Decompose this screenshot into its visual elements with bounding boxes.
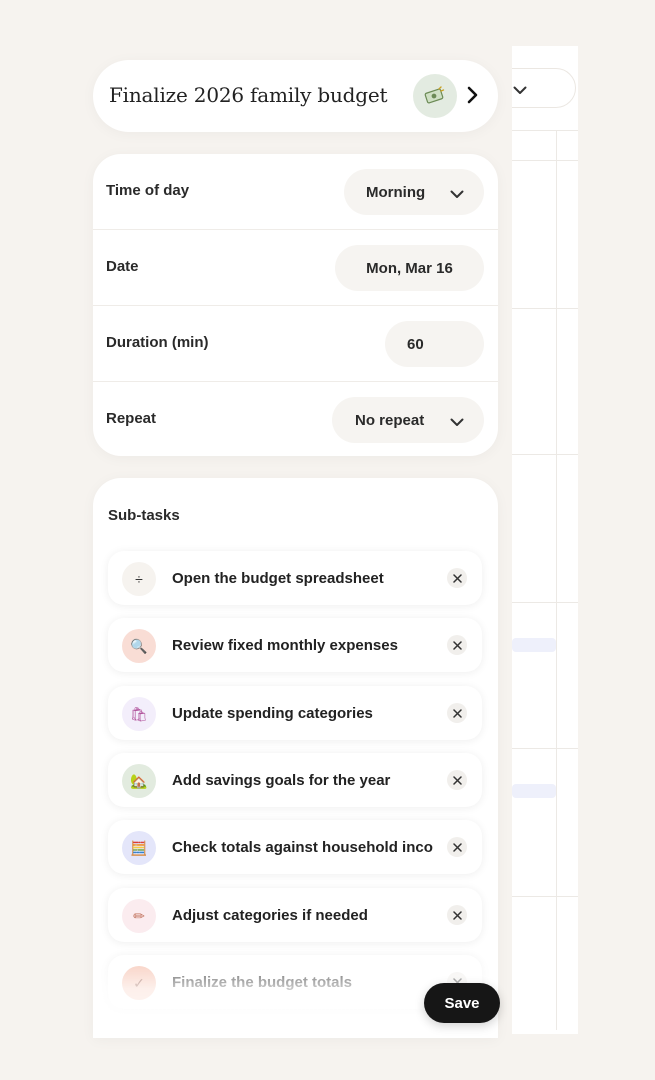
background-divider	[512, 454, 578, 455]
time-of-day-row: Time of day Morning	[93, 154, 498, 230]
subtask-label[interactable]: Add savings goals for the year	[172, 772, 438, 789]
duration-label: Duration (min)	[106, 334, 209, 351]
save-button[interactable]: Save	[424, 983, 500, 1023]
chevron-down-icon	[513, 82, 527, 100]
repeat-select[interactable]: No repeat	[332, 397, 484, 443]
chevron-down-icon	[450, 414, 464, 431]
subtask-item[interactable]: 🔍 Review fixed monthly expenses	[108, 618, 482, 672]
chevron-down-icon	[450, 186, 464, 203]
subtasks-heading: Sub-tasks	[108, 507, 180, 524]
background-calendar-panel: n	[512, 46, 578, 1034]
subtask-item[interactable]: 🛍 Update spending categories	[108, 686, 482, 740]
subtask-item[interactable]: ✏ Adjust categories if needed	[108, 888, 482, 942]
duration-value: 60	[407, 335, 424, 353]
subtask-label[interactable]: Check totals against household inco	[172, 839, 438, 856]
background-divider	[512, 748, 578, 749]
subtask-label[interactable]: Open the budget spreadsheet	[172, 570, 438, 587]
house-money-icon: 🏡	[122, 764, 156, 798]
close-icon[interactable]	[447, 837, 467, 857]
date-row: Date Mon, Mar 16	[93, 230, 498, 306]
background-divider	[512, 896, 578, 897]
time-of-day-value: Morning	[366, 183, 426, 201]
background-divider	[512, 308, 578, 309]
pencil-icon: ✏	[122, 899, 156, 933]
background-divider	[512, 130, 578, 131]
task-title[interactable]: Finalize 2026 family budget	[109, 83, 388, 107]
repeat-row: Repeat No repeat	[93, 382, 498, 456]
background-calendar-event[interactable]	[512, 784, 556, 798]
subtask-item[interactable]: 🏡 Add savings goals for the year	[108, 753, 482, 807]
subtask-item[interactable]: 🧮 Check totals against household inco	[108, 820, 482, 874]
subtask-label[interactable]: Update spending categories	[172, 705, 438, 722]
close-icon[interactable]	[447, 568, 467, 588]
shopping-bags-icon: 🛍	[122, 697, 156, 731]
date-value: Mon, Mar 16	[366, 259, 453, 277]
subtasks-card: Sub-tasks ÷ Open the budget spreadsheet 🔍 R…	[93, 478, 498, 1038]
abacus-icon: 🧮	[122, 831, 156, 865]
background-calendar-event[interactable]	[512, 638, 556, 652]
repeat-label: Repeat	[106, 410, 157, 427]
close-icon[interactable]	[447, 770, 467, 790]
checkmark-icon: ✓	[122, 966, 156, 1000]
money-icon[interactable]	[413, 74, 457, 118]
repeat-value: No repeat	[355, 411, 425, 429]
time-of-day-label: Time of day	[106, 182, 190, 199]
duration-row: Duration (min) 60	[93, 306, 498, 382]
close-icon[interactable]	[447, 905, 467, 925]
date-label: Date	[106, 258, 139, 275]
task-title-card[interactable]: Finalize 2026 family budget	[93, 60, 498, 132]
close-icon[interactable]	[447, 703, 467, 723]
time-of-day-select[interactable]: Morning	[344, 169, 484, 215]
background-view-select[interactable]: n	[512, 68, 576, 108]
subtask-label[interactable]: Review fixed monthly expenses	[172, 637, 438, 654]
subtask-label[interactable]: Adjust categories if needed	[172, 907, 438, 924]
background-divider	[512, 602, 578, 603]
magnifier-icon: 🔍	[122, 629, 156, 663]
chevron-right-icon[interactable]	[466, 86, 478, 109]
subtask-label[interactable]: Finalize the budget totals	[172, 974, 438, 991]
duration-input[interactable]: 60	[385, 321, 484, 367]
divide-icon: ÷	[122, 562, 156, 596]
task-settings-card: Time of day Morning Date Mon, Mar 16 Dur…	[93, 154, 498, 456]
background-divider	[512, 160, 578, 161]
date-picker[interactable]: Mon, Mar 16	[335, 245, 484, 291]
close-icon[interactable]	[447, 635, 467, 655]
background-column-divider	[556, 130, 557, 1030]
subtask-item[interactable]: ÷ Open the budget spreadsheet	[108, 551, 482, 605]
